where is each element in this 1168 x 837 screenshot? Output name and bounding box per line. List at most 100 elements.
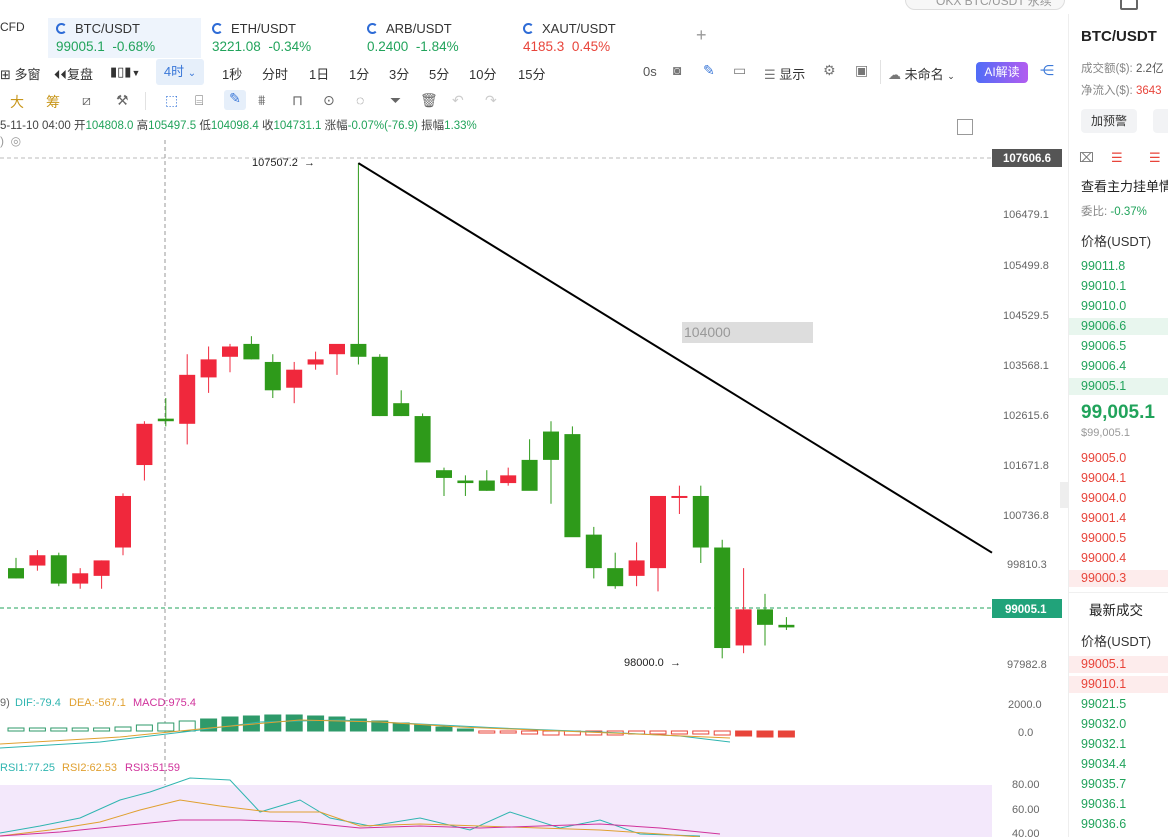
trade-price: 99036.6 [1081, 817, 1127, 831]
macd-bar [307, 715, 325, 732]
price-tick: 100736.8 [1003, 510, 1049, 522]
candles [8, 163, 795, 659]
trade-price: 99032.1 [1081, 737, 1127, 751]
macd-bar [285, 714, 303, 732]
orderbook-price[interactable]: 99004.1 [1081, 471, 1126, 485]
current-price-tag-label: 99005.1 [1005, 604, 1047, 616]
candle-body [714, 547, 731, 649]
macd-histogram [7, 714, 795, 738]
candle-body [264, 361, 281, 391]
orderbook-price[interactable]: 99000.3 [1081, 571, 1126, 585]
orderbook-price[interactable]: 99010.1 [1081, 279, 1126, 293]
macd-bar [692, 730, 710, 735]
macd-dea: DEA:-567.1 [69, 697, 126, 709]
last-price-usd: $99,005.1 [1081, 427, 1130, 439]
candle-body [8, 568, 24, 579]
bell-icon[interactable] [1120, 0, 1138, 10]
candle-body [371, 356, 388, 417]
orderbook-price[interactable]: 99011.8 [1081, 259, 1125, 273]
trendline [357, 162, 993, 554]
orderbook-bids-icon[interactable]: ☰ [1111, 150, 1123, 166]
orderbook-asks-icon[interactable]: ☰ [1149, 150, 1161, 166]
price-header: 价格(USDT) [1081, 234, 1152, 249]
candle-body [436, 470, 452, 478]
candle-body [286, 369, 303, 388]
panel-collapse-handle [1060, 482, 1068, 508]
orderbook-price[interactable]: 99000.5 [1081, 531, 1126, 545]
rsi2-label: RSI2:62.53 [62, 762, 117, 774]
macd-dif: DIF:-79.4 [15, 697, 61, 709]
more-button[interactable] [1153, 109, 1168, 133]
candle-body [671, 495, 688, 498]
price-tick: 101671.8 [1003, 460, 1049, 472]
price-tick: 104529.5 [1003, 310, 1049, 322]
macd-bar [670, 730, 688, 735]
low-annotation: 98000.0 [624, 657, 664, 669]
orderbook-both-icon[interactable]: ⌧ [1079, 150, 1094, 166]
high-arrow: → [304, 157, 315, 169]
macd-tick: 0.0 [1018, 727, 1033, 739]
candlestick-chart[interactable]: 104000 107507.2 → 98000.0 → 106479.1 105… [0, 0, 1068, 837]
candle-body [179, 374, 196, 424]
candle-body [543, 431, 559, 460]
rsi1-label: RSI1:77.25 [0, 762, 55, 774]
macd-bar [28, 727, 46, 732]
last-price: 99,005.1 [1081, 402, 1155, 423]
price-tick: 102615.6 [1003, 410, 1049, 422]
orderbook-price[interactable]: 99001.4 [1081, 511, 1126, 525]
trade-price: 99010.1 [1081, 677, 1127, 691]
price-tick: 99810.3 [1007, 559, 1047, 571]
candle-body [521, 459, 538, 491]
top-price-tag-label: 107606.6 [1003, 153, 1051, 165]
candle-body [350, 343, 367, 357]
macd-bar [392, 722, 410, 732]
macd-bar [735, 730, 753, 737]
candle-body [757, 609, 773, 625]
ratio-value: -0.37% [1110, 206, 1147, 218]
orderbook-price[interactable]: 99000.4 [1081, 551, 1126, 565]
candle-body [200, 359, 217, 378]
macd-bar [435, 726, 453, 732]
trades-title[interactable]: 最新成交 [1089, 599, 1143, 619]
macd-bar [542, 730, 560, 736]
candle-body [564, 434, 581, 538]
rsi-tick: 60.00 [1012, 804, 1040, 816]
macd-bar [414, 724, 432, 732]
orderbook-price[interactable]: 99006.6 [1081, 319, 1126, 333]
macd-bar [7, 727, 25, 732]
inflow-row: 净流入($): 3643 [1081, 82, 1162, 98]
trade-price: 99034.4 [1081, 757, 1127, 771]
macd-bar [777, 730, 795, 738]
high-annotation: 107507.2 [252, 157, 298, 169]
macd-prefix: 9) [0, 697, 10, 709]
orderbook-price[interactable]: 99006.5 [1081, 339, 1126, 353]
orderbook-price[interactable]: 99004.0 [1081, 491, 1126, 505]
ratio-row: 委比: -0.37% [1081, 203, 1147, 219]
macd-tick: 2000.0 [1008, 699, 1042, 711]
candle-body [307, 359, 324, 365]
turnover-value: 2.2亿 [1135, 63, 1164, 75]
candle-body [157, 418, 174, 422]
macd-bar [756, 730, 774, 738]
candle-body [414, 416, 431, 463]
macd-bar [521, 730, 539, 735]
orderbook-price[interactable]: 99010.0 [1081, 299, 1126, 313]
macd-bar [328, 716, 346, 732]
macd-bar [478, 730, 496, 734]
rsi3-label: RSI3:51.59 [125, 762, 180, 774]
depth-title[interactable]: 查看主力挂单情 [1081, 176, 1168, 195]
candle-body [93, 560, 110, 576]
orderbook-price[interactable]: 99005.0 [1081, 451, 1126, 465]
add-alert-button[interactable]: 加预警 [1081, 109, 1137, 133]
candle-body [607, 568, 624, 587]
trade-price: 99036.1 [1081, 797, 1127, 811]
turnover-label: 成交额($): [1081, 63, 1133, 75]
price-tick: 106479.1 [1003, 209, 1049, 221]
macd-bar [114, 726, 132, 732]
orderbook-price[interactable]: 99005.1 [1081, 379, 1126, 393]
candle-body [72, 573, 89, 584]
orderbook-price[interactable]: 99006.4 [1081, 359, 1126, 373]
candle-body [692, 495, 709, 548]
trade-price: 99035.7 [1081, 777, 1127, 791]
macd-bar [71, 727, 89, 732]
